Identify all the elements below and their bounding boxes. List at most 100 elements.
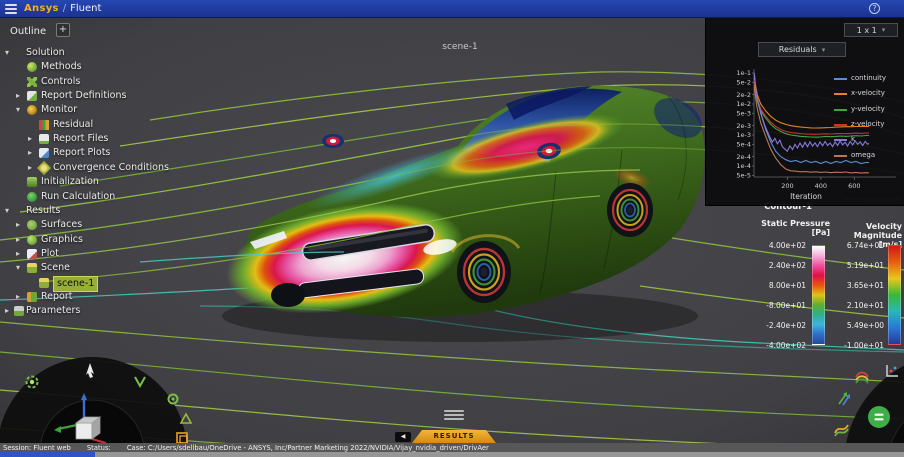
colorbar-tick-label: 2.10e+01	[840, 301, 884, 310]
tree-item-results[interactable]: ▾ Results	[0, 204, 210, 218]
report-files-icon	[39, 134, 49, 144]
tree-item-report-plots[interactable]: ▸Report Plots	[0, 146, 210, 160]
triangle-icon[interactable]	[181, 414, 191, 423]
monitor-icon	[27, 105, 37, 115]
colorbar-tick-label: -8.00e+01	[744, 301, 806, 310]
collapsed-arrow-icon[interactable]: ▸	[16, 247, 20, 261]
collapsed-arrow-icon[interactable]: ▸	[28, 132, 32, 146]
results-tab[interactable]: RESULTS	[412, 430, 496, 443]
residual-icon	[39, 120, 49, 130]
contours-icon[interactable]	[856, 373, 868, 384]
tree-item-scene[interactable]: ▾ Scene	[0, 261, 210, 275]
collapsed-arrow-icon[interactable]: ▸	[5, 304, 9, 318]
vectors-icon[interactable]	[839, 392, 850, 405]
svg-text:600: 600	[848, 182, 860, 190]
tree-item-methods[interactable]: Methods	[0, 60, 210, 74]
svg-text:1e-4: 1e-4	[736, 162, 751, 170]
tree-item-label: Convergence Conditions	[53, 161, 169, 175]
svg-text:5e-5: 5e-5	[736, 172, 751, 180]
colorbar-tick-label: 3.65e+01	[840, 281, 884, 290]
colorbar-tick-label: 6.74e+01	[840, 241, 884, 250]
tree-item-controls[interactable]: Controls	[0, 75, 210, 89]
graphics-icon	[27, 235, 37, 245]
ansys-logo: Ansys	[24, 3, 59, 14]
report-plots-icon	[39, 148, 49, 158]
collapsed-arrow-icon[interactable]: ▸	[28, 161, 32, 175]
expanded-arrow-icon[interactable]: ▾	[5, 204, 9, 218]
tree-item-plot[interactable]: ▸Plot	[0, 247, 210, 261]
equals-button[interactable]	[868, 406, 890, 428]
tree-item-report-files[interactable]: ▸ Report Files	[0, 132, 210, 146]
add-view-button[interactable]: +	[56, 23, 70, 37]
tree-item-convergence-conditions[interactable]: ▸ Convergence Conditions	[0, 161, 210, 175]
collapsed-arrow-icon[interactable]: ▸	[16, 218, 20, 232]
menu-hamburger-icon[interactable]	[5, 4, 17, 14]
parameters-icon	[14, 306, 24, 316]
colorbar-tick-label: 8.00e+01	[744, 281, 806, 290]
tree-item-label: Graphics	[41, 233, 83, 247]
svg-text:200: 200	[781, 182, 793, 190]
expanded-arrow-icon[interactable]: ▾	[16, 261, 20, 275]
colorbar-tick-label: -1.00e+01	[840, 341, 884, 350]
results-toolbar-ring	[820, 350, 904, 457]
tree-item-label: Solution	[26, 46, 65, 60]
tree-item-report-definitions[interactable]: ▸ Report Definitions	[0, 89, 210, 103]
scene-item-icon	[39, 278, 49, 288]
tree-item-label: Report Definitions	[41, 89, 126, 103]
fluent-app-window: Ansys/Fluent ? Outline + ▾SolutionMethod…	[0, 0, 904, 457]
taskbar-fragment	[0, 452, 95, 457]
svg-text:2e-4: 2e-4	[736, 153, 751, 161]
colorbar-tick-label: 4.00e+02	[744, 241, 806, 250]
tree-item-label: Methods	[41, 60, 82, 74]
svg-text:2e-3: 2e-3	[736, 122, 751, 130]
residual-curve-omega	[754, 85, 869, 173]
collapsed-arrow-icon[interactable]: ▸	[16, 89, 20, 103]
colorbar-tick-label: -4.00e+02	[744, 341, 806, 350]
collapsed-arrow-icon[interactable]: ▸	[28, 146, 32, 160]
svg-text:2e-2: 2e-2	[736, 91, 751, 99]
tree-item-initialization[interactable]: Initialization	[0, 175, 210, 189]
bottom-strip	[0, 452, 904, 457]
convergence-icon	[37, 161, 51, 175]
tree-item-solution[interactable]: ▾ Solution	[0, 46, 210, 60]
velocity-legend: VelocityMagnitude[m/s] 6.74e+015.19e+013…	[840, 196, 904, 357]
tree-item-surfaces[interactable]: ▸ Surfaces	[0, 218, 210, 232]
tree-item-label: Surfaces	[41, 218, 82, 232]
velocity-colorbar	[888, 245, 901, 345]
tree-item-report[interactable]: ▸ Report	[0, 290, 210, 304]
expanded-arrow-icon[interactable]: ▾	[16, 103, 20, 117]
tree-item-label: Scene	[41, 261, 70, 275]
view-list-icon[interactable]	[444, 410, 464, 424]
front-wheel	[457, 241, 511, 303]
svg-text:1e-2: 1e-2	[736, 100, 751, 108]
expanded-arrow-icon[interactable]: ▾	[5, 46, 9, 60]
report-icon	[27, 292, 37, 302]
tree-item-graphics[interactable]: ▸ Graphics	[0, 233, 210, 247]
tree-item-label: Residual	[53, 118, 93, 132]
initialization-icon	[27, 177, 37, 187]
collapsed-arrow-icon[interactable]: ▸	[16, 290, 20, 304]
help-icon[interactable]: ?	[869, 3, 880, 14]
svg-text:5e-3: 5e-3	[736, 110, 751, 118]
tree-item-label: Results	[26, 204, 60, 218]
tree-item-residual[interactable]: Residual	[0, 118, 210, 132]
pressure-colorbar	[812, 245, 825, 345]
run-calculation-icon	[27, 192, 37, 202]
collapse-tab-arrow[interactable]: ◀	[395, 432, 411, 442]
rear-wheel	[607, 183, 653, 237]
tree-item-label: Report	[41, 290, 73, 304]
tree-item-label: Report Files	[53, 132, 108, 146]
residuals-panel: 1 x 1▾ Residuals▾ 1e-15e-22e-21e-25e-32e…	[705, 18, 904, 206]
tree-item-label: Run Calculation	[41, 190, 115, 204]
status-label: Status:	[87, 444, 111, 452]
tree-item-label: Monitor	[41, 103, 77, 117]
tree-item-monitor[interactable]: ▾ Monitor	[0, 103, 210, 117]
scene-icon	[27, 263, 37, 273]
tree-item-parameters[interactable]: ▸Parameters	[0, 304, 210, 318]
colorbar-tick-label: 2.40e+02	[744, 261, 806, 270]
collapsed-arrow-icon[interactable]: ▸	[16, 233, 20, 247]
methods-icon	[27, 62, 37, 72]
tree-item-scene-1[interactable]: scene-1	[0, 276, 210, 290]
tree-item-run-calculation[interactable]: Run Calculation	[0, 190, 210, 204]
pathlines-icon[interactable]	[835, 425, 848, 436]
